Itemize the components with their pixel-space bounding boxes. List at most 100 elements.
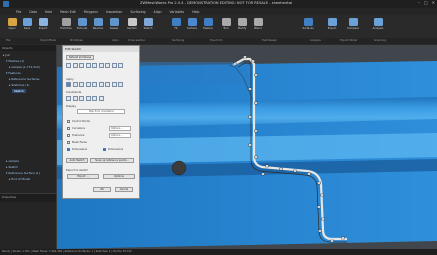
dimension-marker[interactable] (307, 172, 311, 176)
menu-inspection[interactable]: Inspection (106, 10, 122, 14)
tree-item[interactable]: ▾ Features (6, 71, 21, 75)
menu-help[interactable]: Help (192, 10, 199, 14)
dimension-marker[interactable] (248, 143, 252, 147)
trim-tool-icon[interactable] (72, 82, 78, 87)
fit-tool-icon[interactable] (118, 82, 123, 87)
vertical-icon[interactable] (98, 96, 104, 101)
ribbon-feature-button[interactable]: Feature (200, 18, 216, 36)
ribbon-revolve-button[interactable]: Revolve (90, 18, 106, 36)
spline-tool-icon[interactable] (105, 63, 110, 68)
dimension-marker[interactable] (320, 193, 324, 197)
dimension-marker[interactable] (248, 87, 252, 91)
maximize-button[interactable]: □ (424, 0, 428, 5)
properties-tree-item[interactable]: ▾ Reference Surface (1) (6, 171, 40, 175)
ribbon-surface-button[interactable]: Surface (184, 18, 200, 36)
dimension-marker[interactable] (254, 101, 258, 105)
ribbon-section-button[interactable]: Section (124, 18, 140, 36)
tree-item[interactable]: ▾ Meshes (1) (6, 59, 24, 63)
ribbon-trim-button[interactable]: Trim (218, 18, 234, 36)
circle-tool-icon[interactable] (79, 63, 84, 68)
tree-item[interactable]: ▸ Reference Surfaces (9, 77, 39, 81)
dimension-marker[interactable] (251, 59, 255, 63)
dimension-marker[interactable] (254, 129, 258, 133)
line-tool-icon[interactable] (66, 63, 71, 68)
ribbon-analysis-button[interactable]: Analysis (370, 18, 386, 36)
mirror-tool-icon[interactable] (98, 82, 104, 87)
dimension-marker[interactable] (261, 172, 265, 176)
ribbon-save-button[interactable]: Save (19, 18, 35, 36)
horizontal-icon[interactable] (92, 96, 97, 101)
ribbon-extrude-button[interactable]: Extrude (74, 18, 90, 36)
dimension-marker[interactable] (317, 205, 321, 209)
properties-tree-item[interactable]: ▸ sample (6, 159, 19, 163)
ribbon-fit-button[interactable]: Fit (168, 18, 184, 36)
cancel-button[interactable]: Cancel (115, 187, 133, 192)
menu-hole[interactable]: Hole (45, 10, 52, 14)
menu-polygons[interactable]: Polygons (84, 10, 98, 14)
extend-tool-icon[interactable] (79, 82, 84, 87)
perpendicular-icon[interactable] (72, 96, 78, 101)
ribbon-import-button[interactable]: Import (35, 18, 51, 36)
menu-align[interactable]: Align (154, 10, 162, 14)
auto-sketch-button[interactable]: Auto Sketch (66, 158, 88, 163)
ribbon-sketch-button[interactable]: Sketch (140, 18, 156, 36)
parallel-icon[interactable] (79, 96, 84, 101)
select-tool-icon[interactable] (66, 82, 71, 87)
control-points-checkbox[interactable] (67, 120, 70, 123)
tolerance-checkbox[interactable] (67, 134, 70, 137)
menu-variables[interactable]: Variables (170, 10, 185, 14)
close-button[interactable]: ✕ (432, 0, 435, 5)
ribbon-compare-button[interactable]: Compare (345, 18, 361, 36)
dimension-marker[interactable] (317, 181, 321, 185)
curvature-checkbox[interactable] (67, 127, 70, 130)
properties-tree-item[interactable]: ▸ Sketch (6, 165, 18, 169)
dimension-marker[interactable] (330, 239, 334, 243)
tree-item[interactable]: ▸ Sketches (1) (9, 83, 29, 87)
point-tool-icon[interactable] (111, 63, 117, 68)
minimize-button[interactable]: – (418, 0, 420, 5)
menu-file[interactable]: File (16, 10, 21, 14)
arc-tool-icon[interactable] (72, 63, 78, 68)
ribbon-modify-button[interactable]: Modify (234, 18, 250, 36)
ribbon-surfaces-button[interactable]: Surfaces (300, 18, 316, 36)
menu-data[interactable]: Data (29, 10, 37, 14)
rectangle-tool-icon[interactable] (85, 63, 91, 68)
polygon-tool-icon[interactable] (92, 63, 97, 68)
tangent-icon[interactable] (85, 96, 91, 101)
dimension-marker[interactable] (318, 229, 322, 233)
ribbon-export-button[interactable]: Export (324, 18, 340, 36)
dimension-marker[interactable] (265, 164, 269, 168)
dimension-marker[interactable] (243, 55, 247, 59)
properties-tree-item[interactable]: ▸ End of Model (9, 177, 30, 181)
export-button[interactable]: Export ... (67, 174, 99, 179)
dimension-marker[interactable] (341, 236, 345, 240)
coincident-icon[interactable] (66, 96, 71, 101)
mesh-faces-checkbox[interactable] (67, 141, 70, 144)
fillet-tool-icon[interactable] (85, 82, 91, 87)
dimension-marker[interactable] (321, 217, 325, 221)
ribbon-blend-button[interactable]: Blend (250, 18, 266, 36)
dimension-marker[interactable] (248, 115, 252, 119)
default-primitives-button[interactable]: Default primitives (66, 55, 94, 60)
slot-tool-icon[interactable] (98, 63, 104, 68)
dimension-marker[interactable] (293, 169, 297, 173)
curvature-options-field[interactable]: Options... (109, 126, 131, 131)
options-button[interactable]: Options (103, 174, 135, 179)
menu-surfacing[interactable]: Surfacing (130, 10, 145, 14)
dimensions-right-checkbox[interactable] (103, 148, 106, 151)
snap-reference-points-button[interactable]: Snap up reference points... (90, 158, 134, 163)
dimensions-checkbox[interactable] (67, 148, 70, 151)
menu-mesh-edit[interactable]: Mesh Edit (60, 10, 76, 14)
display-orientation-select[interactable]: Map from orientation (77, 109, 125, 114)
mesh-hole[interactable] (171, 160, 187, 176)
move-tool-icon[interactable] (105, 82, 110, 87)
tree-item[interactable]: Sketch (12, 89, 26, 93)
ribbon-open-button[interactable]: Open (4, 18, 20, 36)
tolerance-options-field[interactable]: Options... (109, 133, 131, 138)
chamfer-tool-icon[interactable] (92, 82, 97, 87)
ribbon-primitive-button[interactable]: Primitive (58, 18, 74, 36)
tree-item[interactable]: ▸ Job (3, 53, 10, 57)
offset-tool-icon[interactable] (118, 63, 123, 68)
delete-tool-icon[interactable] (111, 82, 117, 87)
dimension-marker[interactable] (254, 73, 258, 77)
